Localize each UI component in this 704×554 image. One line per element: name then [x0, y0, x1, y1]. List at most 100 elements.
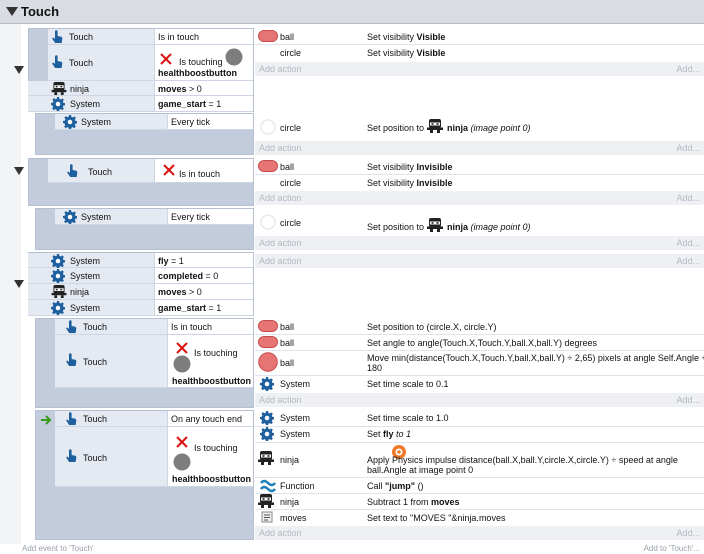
add-more-link[interactable]: Add... — [676, 193, 700, 203]
action-object-label: System — [280, 379, 311, 389]
touch-icon — [65, 353, 77, 367]
add-action-link[interactable]: Add action — [259, 256, 302, 266]
collapse-event-icon[interactable] — [14, 280, 24, 288]
collapse-triangle-icon[interactable] — [6, 7, 18, 16]
event-actions[interactable]: ball Set position to (circle.X, circle.Y… — [255, 318, 704, 408]
condition-on-any-touch-end[interactable]: On any touch end — [167, 411, 253, 427]
condition-object[interactable]: System — [28, 253, 154, 268]
group-title: Touch — [21, 4, 60, 19]
add-action-row[interactable]: Add action Add... — [255, 141, 704, 155]
condition-game-start[interactable]: game_start = 1 — [154, 96, 253, 112]
collapse-event-icon[interactable] — [14, 66, 24, 74]
condition-object[interactable]: Touch — [48, 29, 154, 45]
action-object-label: circle — [280, 48, 302, 58]
condition-object[interactable]: Touch — [48, 45, 154, 81]
add-action-link[interactable]: Add action — [259, 143, 302, 153]
action-value: ninja — [447, 222, 469, 232]
event-actions[interactable]: System Set time scale to 1.0 System Set … — [255, 410, 704, 540]
add-action-row[interactable]: Add action Add... — [255, 236, 704, 250]
event-2-sub[interactable]: System Every tick circle Set position to… — [21, 208, 704, 250]
condition-every-tick[interactable]: Every tick — [167, 114, 253, 130]
touch-icon — [65, 449, 77, 463]
add-more-link[interactable]: Add... — [676, 143, 700, 153]
system-gear-icon — [260, 427, 274, 441]
condition-is-touching[interactable]: Is touching healthboostbutton — [154, 45, 253, 81]
condition-object[interactable]: Touch — [55, 319, 167, 335]
add-action-row[interactable]: Add action Add... — [255, 393, 704, 407]
divider — [255, 493, 704, 494]
condition-object[interactable]: System — [55, 209, 167, 225]
action-text: to 1 — [393, 429, 412, 439]
add-action-link[interactable]: Add action — [259, 193, 302, 203]
action-text: Set time scale to 0.1 — [367, 379, 449, 389]
condition-is-touching[interactable]: Is touching healthboostbutton — [167, 335, 253, 388]
add-action-link[interactable]: Add action — [259, 395, 302, 405]
condition-object-label: Touch — [69, 58, 94, 68]
add-more-link[interactable]: Add... — [676, 528, 700, 538]
add-action-link[interactable]: Add action — [259, 64, 302, 74]
condition-object[interactable]: System — [28, 96, 154, 112]
add-more-link[interactable]: Add... — [676, 395, 700, 405]
add-more-link[interactable]: Add... — [676, 238, 700, 248]
system-gear-icon — [63, 115, 77, 129]
event-3-actions[interactable]: Add action Add... — [255, 252, 704, 316]
condition-text: = 1 — [206, 303, 222, 313]
event-1-actions[interactable]: ball Set visibility Visible circle Set v… — [255, 28, 704, 76]
condition-text: Every tick — [171, 117, 211, 127]
invert-x-icon — [176, 342, 188, 354]
add-action-row[interactable]: Add action Add... — [255, 62, 704, 76]
condition-object-label: ninja — [70, 84, 90, 94]
condition-object-label: System — [81, 212, 112, 222]
collapse-event-icon[interactable] — [14, 167, 24, 175]
event-2-actions[interactable]: ball Set visibility Invisible circle Set… — [255, 158, 704, 206]
condition-every-tick[interactable]: Every tick — [167, 209, 253, 225]
touch-icon — [65, 320, 77, 334]
event-1[interactable]: Touch Is in touch Touch Is touching heal… — [14, 28, 704, 112]
event-1-sub[interactable]: System Every tick circle Set position to… — [21, 113, 704, 155]
condition-object[interactable]: Touch — [55, 335, 167, 388]
condition-is-in-touch[interactable]: Is in touch — [154, 159, 253, 183]
group-header[interactable]: Touch — [0, 0, 704, 24]
ball-icon — [258, 160, 278, 172]
add-to-group-link[interactable]: Add to 'Touch'... — [644, 544, 700, 553]
circle-icon — [260, 214, 276, 230]
event-3-sub-b[interactable]: Touch On any touch end Touch Is touching… — [21, 410, 704, 540]
add-action-link[interactable]: Add action — [259, 238, 302, 248]
condition-object[interactable]: System — [55, 114, 167, 130]
condition-game-start[interactable]: game_start = 1 — [154, 300, 253, 316]
event-actions[interactable]: circle Set position to ninja (image poin… — [255, 113, 704, 155]
condition-moves[interactable]: moves > 0 — [154, 284, 253, 300]
add-action-row[interactable]: Add action Add... — [255, 526, 704, 540]
add-action-row[interactable]: Add action Add... — [255, 254, 704, 268]
condition-is-in-touch[interactable]: Is in touch — [167, 319, 253, 335]
condition-fly[interactable]: fly = 1 — [154, 253, 253, 268]
action-object-label: System — [280, 413, 311, 423]
system-gear-icon — [51, 254, 65, 268]
condition-object[interactable]: ninja — [28, 284, 154, 300]
add-action-row[interactable]: Add action Add... — [255, 191, 704, 205]
condition-object[interactable]: ninja — [28, 81, 154, 96]
ninja-icon — [258, 451, 274, 465]
condition-object[interactable]: Touch — [48, 159, 154, 183]
condition-var: game_start — [158, 303, 207, 313]
ball-icon — [258, 320, 278, 332]
condition-object[interactable]: Touch — [55, 411, 167, 427]
add-action-link[interactable]: Add action — [259, 528, 302, 538]
condition-completed[interactable]: completed = 0 — [154, 268, 253, 284]
action-text: Set visibility — [367, 48, 417, 58]
event-3-sub-a[interactable]: Touch Is in touch Touch Is touching heal… — [21, 318, 704, 408]
action-text: Apply Physics impulse distance(ball.X,ba… — [367, 455, 678, 465]
add-event-link[interactable]: Add event to 'Touch' — [22, 544, 94, 553]
action-text: Set position to — [367, 123, 425, 133]
event-3[interactable]: System fly = 1 System completed = 0 ninj… — [14, 252, 704, 316]
condition-object[interactable]: Touch — [55, 427, 167, 487]
condition-is-touching[interactable]: Is touching healthboostbutton — [167, 427, 253, 487]
add-more-link[interactable]: Add... — [676, 256, 700, 266]
event-2[interactable]: Touch Is in touch ball Set visibility In… — [14, 158, 704, 206]
condition-object[interactable]: System — [28, 268, 154, 284]
event-actions[interactable]: circle Set position to ninja (image poin… — [255, 208, 704, 250]
condition-is-in-touch[interactable]: Is in touch — [154, 29, 253, 45]
add-more-link[interactable]: Add... — [676, 64, 700, 74]
condition-object[interactable]: System — [28, 300, 154, 316]
condition-moves[interactable]: moves > 0 — [154, 81, 253, 96]
